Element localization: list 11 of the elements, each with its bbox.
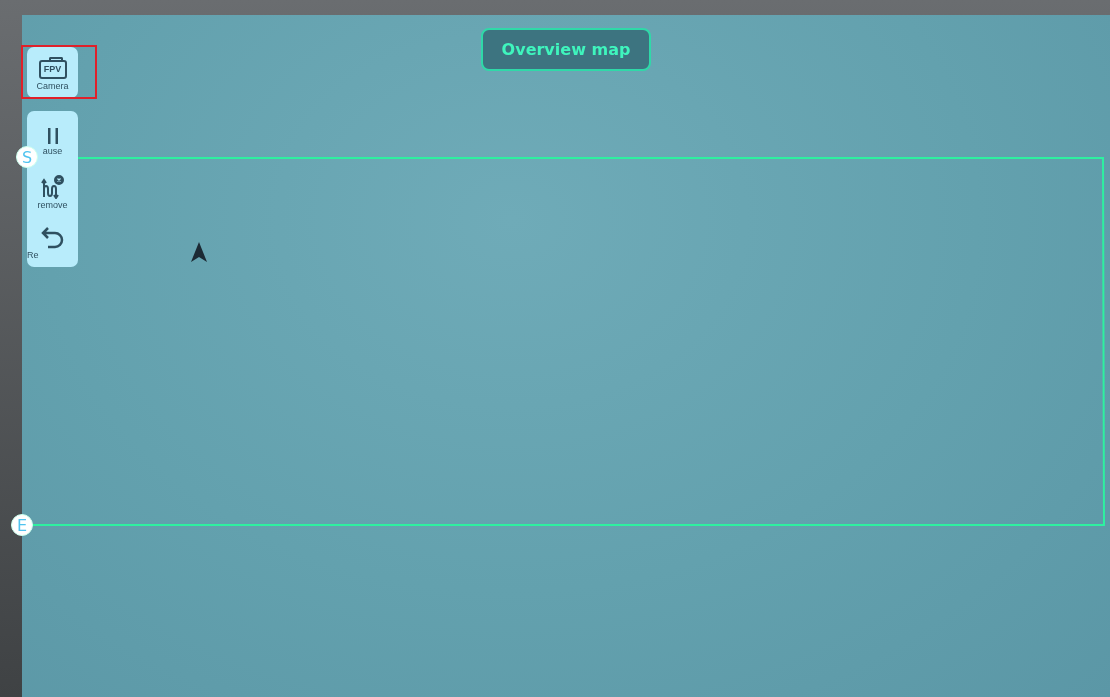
aircraft-arrow-icon [191,242,207,262]
fpv-camera-icon: FPV [38,59,67,79]
remove-button[interactable]: remove [27,167,78,217]
return-button[interactable]: Re [27,218,78,267]
return-icon [39,225,66,250]
overview-map-button[interactable]: Overview map [480,28,652,71]
start-marker: S [16,146,38,168]
route-remove-icon [40,174,65,199]
camera-button[interactable]: FPV Camera [27,47,78,98]
pause-icon [45,126,60,145]
end-marker: E [11,514,33,536]
